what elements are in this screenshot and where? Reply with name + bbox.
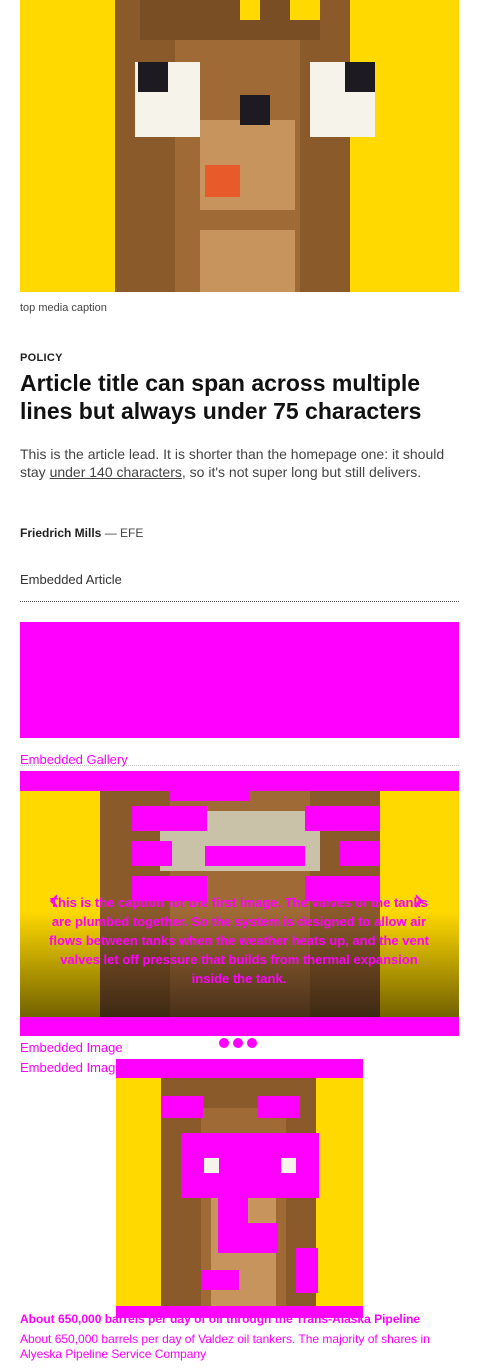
gallery-top-bar xyxy=(20,771,459,791)
embedded-image-label: Embedded Image xyxy=(20,1040,123,1055)
divider xyxy=(20,601,459,602)
article-lead: This is the article lead. It is shorter … xyxy=(20,446,445,480)
byline: Friedrich Mills — EFE xyxy=(20,526,144,540)
author-name[interactable]: Friedrich Mills xyxy=(20,526,101,540)
top-media-caption: top media caption xyxy=(20,302,107,314)
agency: EFE xyxy=(120,526,144,540)
embedded-image-label-2: Embedded Image xyxy=(20,1060,123,1075)
gallery-caption: This is the caption for the first image.… xyxy=(49,895,429,986)
pagination-dot[interactable] xyxy=(233,1038,243,1048)
pagination-dot[interactable] xyxy=(247,1038,257,1048)
embedded-image-caption: About 650,000 barrels per day of Valdez … xyxy=(20,1332,430,1361)
article-title: Article title can span across multiple l… xyxy=(20,370,422,424)
divider xyxy=(20,765,459,766)
article-kicker[interactable]: POLICY xyxy=(20,352,63,364)
embedded-image xyxy=(116,1078,363,1306)
gallery-bottom-bar xyxy=(20,1017,459,1036)
lead-link[interactable]: under 140 characters xyxy=(50,464,182,480)
embedded-image-credit: About 650,000 barrels per day of oil thr… xyxy=(20,1312,421,1326)
gallery-pagination[interactable] xyxy=(219,1038,257,1048)
embedded-article-label: Embedded Article xyxy=(20,572,122,587)
top-media-image xyxy=(20,0,459,292)
embedded-image-top-bar xyxy=(116,1059,363,1078)
pagination-dot[interactable] xyxy=(219,1038,229,1048)
embedded-article-card[interactable] xyxy=(20,622,459,738)
